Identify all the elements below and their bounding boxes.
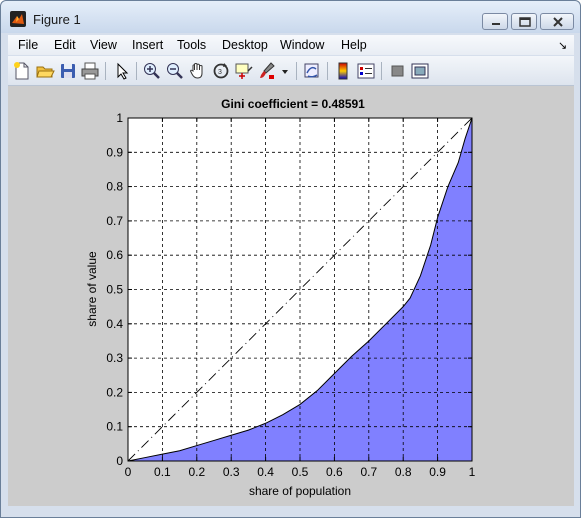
minimize-button[interactable]	[482, 13, 508, 30]
toolbar-separator	[136, 62, 137, 80]
close-icon	[553, 17, 563, 27]
maximize-icon	[519, 17, 531, 27]
y-tick-label: 0	[116, 454, 123, 468]
maximize-button[interactable]	[511, 13, 537, 30]
x-axis-label: share of population	[249, 484, 351, 498]
window-title: Figure 1	[33, 12, 81, 27]
x-tick-label: 0.9	[429, 465, 446, 479]
open-file-button[interactable]	[35, 61, 55, 81]
y-tick-label: 0.9	[106, 145, 123, 159]
print-button[interactable]	[80, 61, 100, 81]
y-tick-label: 1	[116, 111, 123, 125]
zoom-in-button[interactable]	[142, 61, 162, 81]
menu-help[interactable]: Help	[341, 38, 367, 52]
chevron-down-icon	[282, 70, 288, 74]
pan-hand-icon	[189, 63, 203, 79]
edit-plot-arrow-icon	[117, 62, 129, 80]
x-tick-label: 0.8	[395, 465, 412, 479]
zoom-out-button[interactable]	[165, 61, 185, 81]
menu-file[interactable]: File	[18, 38, 38, 52]
hide-plot-tools-icon	[391, 65, 404, 77]
y-tick-label: 0.7	[106, 214, 123, 228]
menu-edit[interactable]: Edit	[54, 38, 76, 52]
close-button[interactable]	[540, 13, 574, 30]
figure-canvas: Gini coefficient = 0.48591 0 0.1 0.2 0.3 0.4…	[8, 86, 574, 506]
show-plot-tools-icon	[411, 63, 429, 79]
x-tick-label: 0.5	[292, 465, 309, 479]
open-file-icon	[36, 66, 55, 78]
chart-title: Gini coefficient = 0.48591	[221, 97, 365, 111]
new-figure-icon	[14, 62, 29, 80]
x-tick-label: 0.4	[257, 465, 274, 479]
edit-plot-button[interactable]	[112, 61, 132, 81]
data-cursor-icon	[235, 63, 253, 79]
brush-icon	[260, 62, 275, 79]
brush-button[interactable]	[257, 61, 277, 81]
new-figure-button[interactable]	[12, 61, 32, 81]
figure-window: Figure 1 File Edit View Insert Tools Des…	[0, 0, 581, 518]
minimize-icon	[492, 23, 500, 25]
matlab-logo-icon	[10, 11, 26, 27]
menu-view[interactable]: View	[90, 38, 117, 52]
figure-toolbar: 3	[8, 56, 574, 86]
toolbar-separator	[327, 62, 328, 80]
menu-insert[interactable]: Insert	[132, 38, 163, 52]
window-bottom-border	[8, 506, 574, 512]
x-tick-label: 0.2	[188, 465, 205, 479]
svg-text:3: 3	[218, 69, 222, 76]
y-tick-label: 0.5	[106, 283, 123, 297]
toolbar-separator	[381, 62, 382, 80]
link-plot-button[interactable]	[302, 61, 322, 81]
link-plot-icon	[304, 63, 319, 78]
gini-chart: Gini coefficient = 0.48591 0 0.1 0.2 0.3 0.4…	[85, 97, 476, 498]
menu-window[interactable]: Window	[280, 38, 324, 52]
y-tick-label: 0.6	[106, 248, 123, 262]
x-tick-label: 1	[469, 465, 476, 479]
y-tick-label: 0.2	[106, 385, 123, 399]
x-tick-label: 0	[125, 465, 132, 479]
data-cursor-button[interactable]	[234, 61, 254, 81]
x-tick-label: 0.7	[360, 465, 377, 479]
save-icon	[61, 64, 75, 78]
y-tick-label: 0.3	[106, 351, 123, 365]
pan-button[interactable]	[188, 61, 208, 81]
x-tick-label: 0.1	[154, 465, 171, 479]
toolbar-separator	[105, 62, 106, 80]
hide-plot-tools-button[interactable]	[388, 61, 408, 81]
save-button[interactable]	[58, 61, 78, 81]
legend-icon	[357, 63, 375, 79]
y-tick-label: 0.4	[106, 317, 123, 331]
menu-desktop[interactable]: Desktop	[222, 38, 268, 52]
zoom-out-icon	[167, 63, 183, 79]
title-bar[interactable]: Figure 1	[1, 1, 580, 33]
rotate-3d-button[interactable]: 3	[211, 61, 231, 81]
insert-legend-button[interactable]	[356, 61, 376, 81]
menu-bar: File Edit View Insert Tools Desktop Wind…	[8, 35, 574, 55]
insert-colorbar-button[interactable]	[333, 61, 353, 81]
y-axis-label: share of value	[85, 251, 99, 327]
toolbar-separator	[296, 62, 297, 80]
colorbar-icon	[338, 62, 348, 80]
dock-figure-icon[interactable]: ↘	[558, 39, 567, 52]
x-tick-label: 0.3	[223, 465, 240, 479]
x-tick-label: 0.6	[326, 465, 343, 479]
y-tick-label: 0.1	[106, 420, 123, 434]
print-icon	[81, 62, 99, 80]
y-tick-label: 0.8	[106, 180, 123, 194]
menu-tools[interactable]: Tools	[177, 38, 206, 52]
rotate-3d-icon: 3	[213, 63, 229, 79]
brush-dropdown-button[interactable]	[280, 61, 290, 81]
show-plot-tools-button[interactable]	[410, 61, 430, 81]
zoom-in-icon	[144, 63, 160, 79]
